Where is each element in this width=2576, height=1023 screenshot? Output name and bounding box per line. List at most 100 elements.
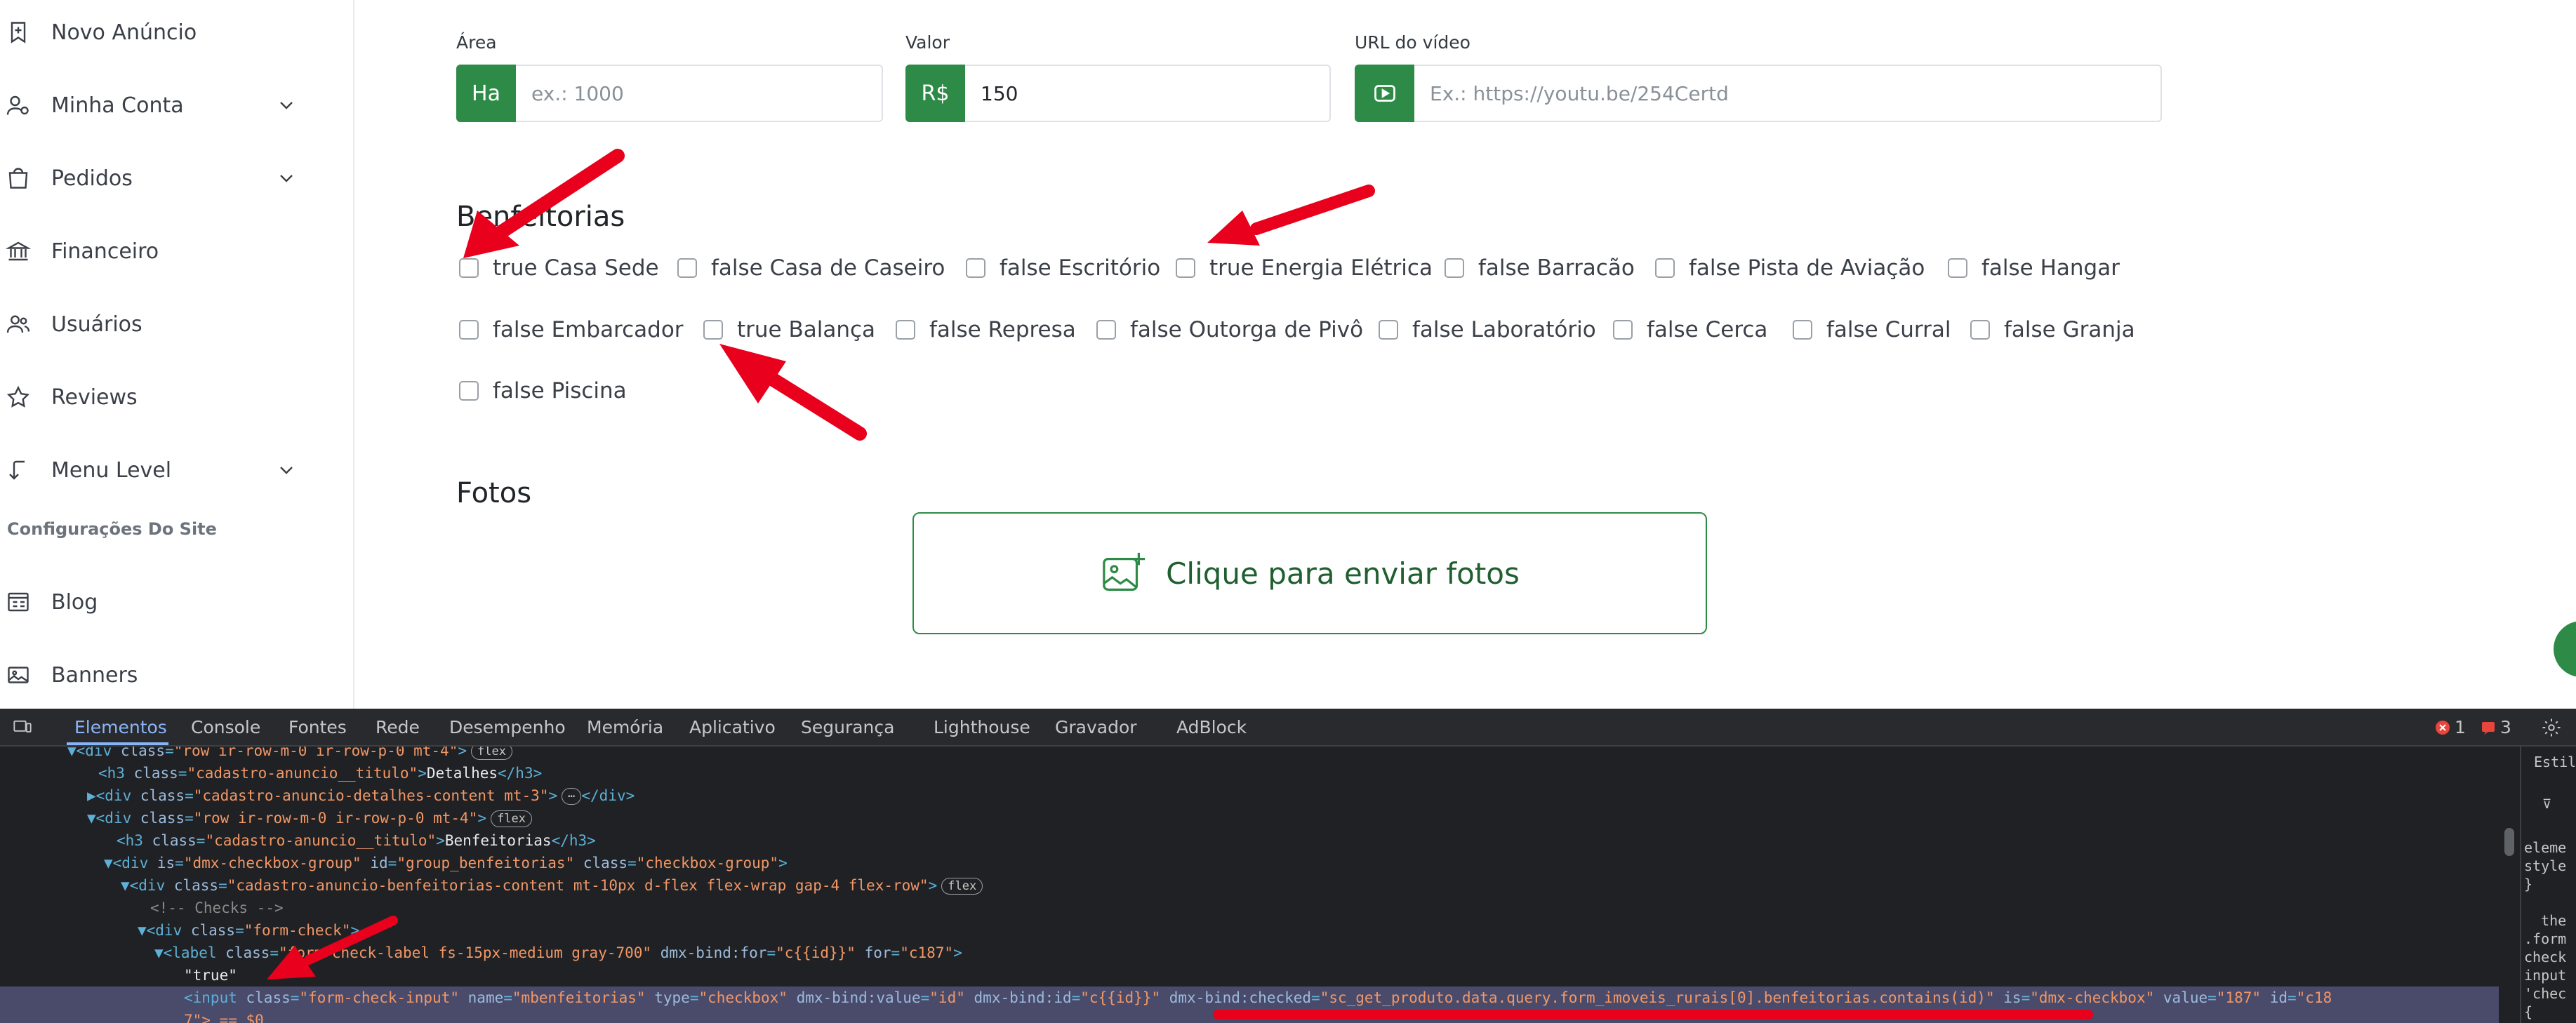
checkbox-box[interactable] bbox=[896, 320, 915, 340]
tab-memoria[interactable]: Memória bbox=[587, 717, 663, 737]
checkbox-escritorio[interactable]: false Escritório bbox=[966, 254, 1160, 282]
sidebar-item-minha-conta[interactable]: Minha Conta bbox=[0, 84, 323, 126]
tab-aplicativo[interactable]: Aplicativo bbox=[689, 717, 776, 737]
image-icon bbox=[8, 667, 29, 683]
tab-desempenho[interactable]: Desempenho bbox=[449, 717, 566, 737]
dom-node[interactable]: ▼<label class="form-check-label fs-15px-… bbox=[154, 942, 962, 964]
dom-node[interactable]: ▶<div class="cadastro-anuncio-detalhes-c… bbox=[87, 784, 635, 807]
checkbox-box[interactable] bbox=[1793, 320, 1812, 340]
valor-input[interactable]: 150 bbox=[965, 65, 1331, 122]
tab-console[interactable]: Console bbox=[191, 717, 260, 737]
checkbox-label: false Escritório bbox=[1000, 255, 1161, 281]
checkbox-curral[interactable]: false Curral bbox=[1793, 316, 1951, 344]
checkbox-box[interactable] bbox=[1970, 320, 1990, 340]
dom-node[interactable]: <h3 class="cadastro-anuncio__titulo">Ben… bbox=[117, 829, 596, 852]
dom-comment[interactable]: <!-- Checks --> bbox=[150, 897, 284, 919]
checkbox-label: true Energia Elétrica bbox=[1209, 255, 1433, 281]
dom-node-selected-continuation[interactable]: 7"> == $0 bbox=[0, 1009, 2499, 1023]
styles-tab[interactable]: Estilo bbox=[2534, 754, 2576, 770]
dom-node[interactable]: ▼<div is="dmx-checkbox-group" id="group_… bbox=[104, 852, 788, 874]
error-count[interactable]: 1 bbox=[2455, 717, 2466, 737]
tab-fontes[interactable]: Fontes bbox=[288, 717, 347, 737]
checkbox-box[interactable] bbox=[703, 320, 723, 340]
checkbox-barracao[interactable]: false Barracão bbox=[1445, 254, 1635, 282]
sidebar-item-pedidos[interactable]: Pedidos bbox=[0, 157, 323, 199]
checkbox-box[interactable] bbox=[1655, 258, 1675, 278]
devtools-tabbar: Elementos Console Fontes Rede Desempenho… bbox=[0, 709, 2576, 747]
tab-lighthouse[interactable]: Lighthouse bbox=[934, 717, 1030, 737]
sidebar-item-usuarios[interactable]: Usuários bbox=[0, 303, 323, 345]
checkbox-box[interactable] bbox=[459, 320, 479, 340]
sidebar-item-label: Pedidos bbox=[51, 166, 133, 191]
sidebar-item-label: Menu Level bbox=[51, 457, 172, 483]
tab-seguranca[interactable]: Segurança bbox=[801, 717, 894, 737]
sidebar-item-reviews[interactable]: Reviews bbox=[0, 376, 323, 418]
dom-node[interactable]: <h3 class="cadastro-anuncio__titulo">Det… bbox=[98, 762, 542, 784]
checkbox-box[interactable] bbox=[677, 258, 697, 278]
sidebar-item-blog[interactable]: Blog bbox=[0, 581, 323, 623]
sidebar-item-financeiro[interactable]: Financeiro bbox=[0, 230, 323, 272]
checkbox-box[interactable] bbox=[459, 381, 479, 401]
checkbox-box[interactable] bbox=[1613, 320, 1633, 340]
area-label: Área bbox=[456, 32, 497, 53]
checkbox-box[interactable] bbox=[966, 258, 985, 278]
dom-node[interactable]: ▼<div class="row ir-row-m-0 ir-row-p-0 m… bbox=[67, 747, 512, 762]
dom-tree[interactable]: ▼<div class="row ir-row-m-0 ir-row-p-0 m… bbox=[0, 747, 2499, 1023]
checkbox-casa-de-caseiro[interactable]: false Casa de Caseiro bbox=[677, 254, 945, 282]
styles-line: input bbox=[2524, 967, 2567, 984]
dom-text-node[interactable]: "true" bbox=[184, 964, 237, 987]
checkbox-box[interactable] bbox=[1096, 320, 1116, 340]
sidebar-item-banners[interactable]: Banners bbox=[0, 654, 323, 696]
device-toggle-icon[interactable] bbox=[11, 717, 34, 737]
checkbox-balanca[interactable]: true Balança bbox=[703, 316, 875, 344]
sidebar-item-label: Financeiro bbox=[51, 239, 159, 264]
issues-count[interactable]: 3 bbox=[2500, 717, 2511, 737]
dom-tree-scrollbar[interactable] bbox=[2504, 828, 2514, 856]
tab-elementos[interactable]: Elementos bbox=[74, 717, 167, 737]
checkbox-pista-de-aviacao[interactable]: false Pista de Aviação bbox=[1655, 254, 1925, 282]
checkbox-outorga-de-pivo[interactable]: false Outorga de Pivô bbox=[1096, 316, 1363, 344]
upload-photos-button[interactable]: Clique para enviar fotos bbox=[912, 512, 1707, 634]
sidebar-item-label: Usuários bbox=[51, 312, 142, 337]
area-input[interactable]: ex.: 1000 bbox=[516, 65, 883, 122]
checkbox-laboratorio[interactable]: false Laboratório bbox=[1379, 316, 1596, 344]
filter-icon[interactable]: ⊽ bbox=[2542, 797, 2551, 812]
tab-gravador[interactable]: Gravador bbox=[1055, 717, 1137, 737]
checkbox-casa-sede[interactable]: true Casa Sede bbox=[459, 254, 659, 282]
valor-prefix: R$ bbox=[905, 65, 965, 122]
annotation-arrow-balanca bbox=[719, 344, 867, 441]
dom-node[interactable]: ▼<div class="row ir-row-m-0 ir-row-p-0 m… bbox=[87, 807, 532, 829]
checkbox-granja[interactable]: false Granja bbox=[1970, 316, 2135, 344]
sidebar-item-label: Reviews bbox=[51, 385, 138, 410]
dom-node[interactable]: ▼<div class="form-check"> bbox=[138, 919, 359, 942]
tab-rede[interactable]: Rede bbox=[376, 717, 420, 737]
video-input[interactable]: Ex.: https://youtu.be/254Certd bbox=[1414, 65, 2162, 122]
checkbox-piscina[interactable]: false Piscina bbox=[459, 377, 627, 405]
devtools-panel: Elementos Console Fontes Rede Desempenho… bbox=[0, 709, 2576, 1023]
checkbox-box[interactable] bbox=[1445, 258, 1464, 278]
chevron-down-icon[interactable] bbox=[275, 167, 298, 189]
checkbox-represa[interactable]: false Represa bbox=[896, 316, 1076, 344]
tab-adblock[interactable]: AdBlock bbox=[1176, 717, 1247, 737]
checkbox-embarcador[interactable]: false Embarcador bbox=[459, 316, 684, 344]
sidebar-item-novo-anuncio[interactable]: Novo Anúncio bbox=[0, 11, 323, 53]
checkbox-box[interactable] bbox=[1948, 258, 1967, 278]
chevron-down-icon[interactable] bbox=[275, 459, 298, 481]
dom-node-selected[interactable]: <input class="form-check-input" name="mb… bbox=[0, 987, 2499, 1009]
checkbox-cerca[interactable]: false Cerca bbox=[1613, 316, 1767, 344]
gear-icon[interactable] bbox=[2541, 717, 2562, 738]
styles-line: 'chec bbox=[2524, 985, 2567, 1002]
checkbox-box[interactable] bbox=[1379, 320, 1398, 340]
chevron-down-icon[interactable] bbox=[275, 94, 298, 116]
floating-action-button[interactable] bbox=[2554, 621, 2576, 677]
user-settings-icon bbox=[6, 95, 29, 115]
checkbox-label: false Embarcador bbox=[493, 317, 684, 342]
checkbox-energia-eletrica[interactable]: true Energia Elétrica bbox=[1176, 254, 1433, 282]
checkbox-box[interactable] bbox=[1176, 258, 1195, 278]
dom-node[interactable]: ▼<div class="cadastro-anuncio-benfeitori… bbox=[121, 874, 983, 897]
checkbox-hangar[interactable]: false Hangar bbox=[1948, 254, 2120, 282]
sidebar-item-label: Blog bbox=[51, 589, 98, 615]
sidebar-item-menu-level[interactable]: Menu Level bbox=[0, 449, 323, 491]
error-icon bbox=[2436, 721, 2450, 735]
checkbox-box[interactable] bbox=[459, 258, 479, 278]
